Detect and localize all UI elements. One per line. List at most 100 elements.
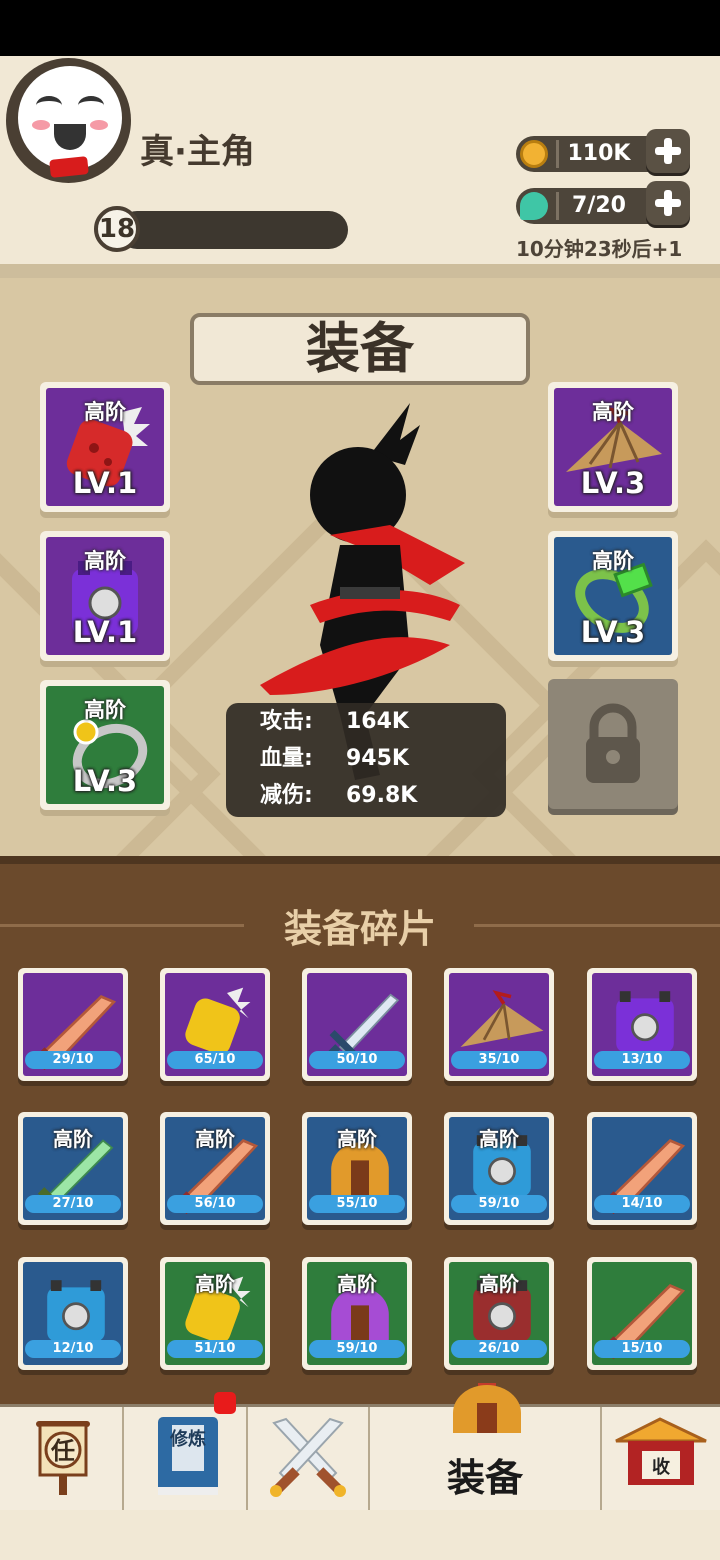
avatar-blush: [90, 120, 108, 130]
fragment-tier-label: 高阶: [53, 1127, 93, 1151]
slot-tier-label: 高阶: [84, 549, 126, 573]
slot-level-label: LV.1: [72, 615, 138, 649]
equip-slot-hat[interactable]: 高阶 LV.3: [548, 382, 678, 512]
stat-health: 血量: 945K: [260, 741, 409, 777]
avatar-scarf: [49, 156, 89, 178]
fragment-background: 高阶 59/10: [307, 1262, 407, 1365]
equip-slot-gauntlet[interactable]: 高阶 LV.1: [40, 382, 170, 512]
nav-tab-task[interactable]: 任: [0, 1407, 122, 1510]
cultivation-book-icon: 修炼: [158, 1417, 218, 1495]
fragment-count: 59/10: [309, 1340, 405, 1358]
fragment-background: 高阶 55/10: [307, 1117, 407, 1220]
nav-tab-equip-label: 装备: [446, 1456, 523, 1500]
stats-panel: 攻击: 164K 血量: 945K 减伤: 69.8K: [226, 703, 506, 817]
fragment-background: 高阶 59/10: [449, 1117, 549, 1220]
fragment-card[interactable]: 14/10: [587, 1112, 697, 1225]
nav-tab-collect[interactable]: 收: [602, 1407, 720, 1510]
fragment-card[interactable]: 高阶 59/10: [444, 1112, 554, 1225]
slot-level-label: LV.3: [72, 764, 138, 798]
fragment-count: 12/10: [25, 1340, 121, 1358]
fragment-card[interactable]: 13/10: [587, 968, 697, 1081]
equip-slot-ring[interactable]: 高阶 LV.3: [40, 680, 170, 810]
fragment-card[interactable]: 高阶 51/10: [160, 1257, 270, 1370]
equip-slot-armor[interactable]: 高阶 LV.1: [40, 531, 170, 661]
padlock-icon: [586, 703, 640, 783]
slot-tier-label: 高阶: [84, 698, 126, 722]
fragment-background: 35/10: [449, 973, 549, 1076]
stat-damage-reduction: 减伤: 69.8K: [260, 778, 417, 814]
slot-background: 高阶 LV.1: [46, 537, 164, 655]
fragment-count: 56/10: [167, 1195, 263, 1213]
fragment-count: 65/10: [167, 1051, 263, 1069]
coin-icon: [520, 140, 548, 168]
equipment-title: 装备: [180, 307, 540, 391]
crossed-swords-icon: [270, 1417, 346, 1497]
fragment-count: 50/10: [309, 1051, 405, 1069]
stat-attack: 攻击: 164K: [260, 704, 409, 740]
fragment-background: 13/10: [592, 973, 692, 1076]
fragment-card[interactable]: 29/10: [18, 968, 128, 1081]
add-gem-button[interactable]: [646, 181, 690, 225]
fragment-tier-label: 高阶: [337, 1127, 377, 1151]
nav-tab-equip[interactable]: 装备: [370, 1383, 600, 1510]
fragment-card[interactable]: 高阶 55/10: [302, 1112, 412, 1225]
nav-tab-battle[interactable]: [248, 1407, 368, 1510]
fragment-card[interactable]: 50/10: [302, 968, 412, 1081]
slot-level-label: LV.1: [72, 466, 138, 500]
train-notification-badge: [214, 1392, 236, 1414]
status-bar: [0, 0, 720, 56]
fragment-card[interactable]: 高阶 26/10: [444, 1257, 554, 1370]
fragment-card[interactable]: 15/10: [587, 1257, 697, 1370]
fragment-background: 高阶 27/10: [23, 1117, 123, 1220]
gem-refill-timer: 10分钟23秒后+1: [516, 237, 683, 261]
fragment-card[interactable]: 高阶 27/10: [18, 1112, 128, 1225]
fragment-background: 29/10: [23, 973, 123, 1076]
bottom-nav: 任 修炼 装备 收: [0, 1383, 720, 1510]
slot-tier-label: 高阶: [84, 400, 126, 424]
coin-value: 110K: [567, 141, 631, 166]
fragment-tier-label: 高阶: [195, 1127, 235, 1151]
avatar-blush: [32, 120, 50, 130]
fragment-card[interactable]: 高阶 56/10: [160, 1112, 270, 1225]
avatar-face: [18, 66, 122, 170]
gem-icon: [520, 192, 548, 220]
nav-tab-train[interactable]: 修炼: [124, 1407, 246, 1510]
stat-label: 攻击:: [260, 709, 313, 734]
gem-counter: 7/20: [516, 188, 666, 224]
stat-label: 减伤:: [260, 783, 313, 808]
slot-background: 高阶 LV.3: [46, 686, 164, 804]
player-avatar[interactable]: [6, 58, 131, 183]
fragment-background: 50/10: [307, 973, 407, 1076]
slot-background: 高阶 LV.3: [554, 388, 672, 506]
train-glyph: 修炼: [169, 1428, 206, 1450]
fragment-tier-label: 高阶: [195, 1272, 235, 1296]
below-nav-area: [0, 1510, 720, 1560]
stat-value: 69.8K: [346, 783, 418, 808]
fragment-count: 27/10: [25, 1195, 121, 1213]
fragment-card[interactable]: 高阶 59/10: [302, 1257, 412, 1370]
equip-slot-bracelet[interactable]: 高阶 LV.3: [548, 531, 678, 661]
fragment-card[interactable]: 35/10: [444, 968, 554, 1081]
fragment-count: 55/10: [309, 1195, 405, 1213]
fragment-background: 高阶 51/10: [165, 1262, 265, 1365]
stat-label: 血量:: [260, 746, 313, 771]
player-level-badge: 18: [94, 206, 140, 252]
fragment-card[interactable]: 65/10: [160, 968, 270, 1081]
add-coin-button[interactable]: [646, 129, 690, 173]
fragment-count: 51/10: [167, 1340, 263, 1358]
avatar-mouth: [54, 124, 86, 150]
slot-level-label: LV.3: [580, 466, 646, 500]
fragment-background: 14/10: [592, 1117, 692, 1220]
stat-value: 164K: [346, 709, 409, 734]
fragment-card[interactable]: 12/10: [18, 1257, 128, 1370]
fragment-count: 59/10: [451, 1195, 547, 1213]
slot-background: 高阶 LV.1: [46, 388, 164, 506]
slot-background: 高阶 LV.3: [554, 537, 672, 655]
fragment-count: 29/10: [25, 1051, 121, 1069]
locked-equip-slot[interactable]: [548, 679, 678, 809]
fragment-background: 高阶 26/10: [449, 1262, 549, 1365]
avatar-eye-icon: [36, 96, 62, 115]
fragment-background: 高阶 56/10: [165, 1117, 265, 1220]
slot-tier-label: 高阶: [592, 549, 634, 573]
avatar-eye-icon: [78, 96, 104, 115]
